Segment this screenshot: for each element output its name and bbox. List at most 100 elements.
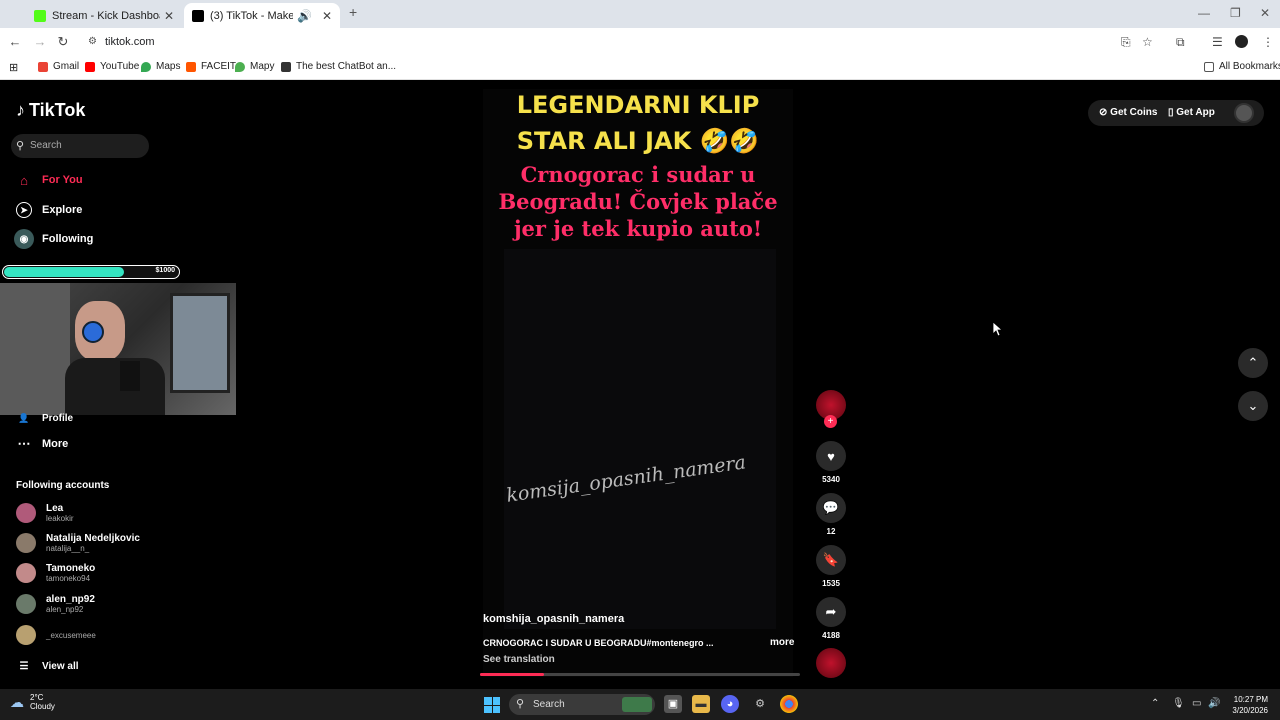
get-app-button[interactable]: ▯ Get App [1168, 107, 1215, 118]
network-icon[interactable]: ▭ [1192, 698, 1201, 709]
caption-more-button[interactable]: more [770, 637, 794, 648]
video-progress-track[interactable] [480, 673, 800, 676]
comment-button[interactable]: 💬 12 [816, 493, 846, 536]
tab-tiktok[interactable]: (3) TikTok - Make Your Day 🔊 ✕ [184, 3, 340, 28]
nav-profile[interactable]: 👤 Profile [14, 408, 73, 428]
get-app-label: Get App [1176, 107, 1215, 118]
account-handle: tamoneko94 [46, 574, 91, 583]
windows-taskbar: ☁ 2°C Cloudy ⚲ Search ▣ ▬ ◕ ⚙ ⌃ 🎙 ▭ 🔊 10… [0, 689, 1280, 720]
reading-list-icon[interactable]: ☰ [1212, 35, 1223, 49]
temperature: 2°C [30, 693, 44, 702]
bookmark-faceit[interactable]: FACEIT [186, 61, 236, 72]
bookmark-gmail[interactable]: Gmail [38, 61, 79, 72]
get-coins-button[interactable]: ⊘ Get Coins [1099, 107, 1157, 118]
tab-kick-dashboard[interactable]: Stream - Kick Dashboard ✕ [26, 3, 182, 28]
like-button[interactable]: ♥ 5340 [816, 441, 846, 484]
following-account[interactable]: Natalija Nedeljkovic natalija__n_ [16, 533, 140, 553]
nav-explore[interactable]: ➤ Explore [14, 200, 82, 220]
system-clock[interactable]: 10:27 PM 3/20/2026 [1224, 694, 1268, 716]
speaker-icon[interactable]: 🔊 [297, 9, 312, 23]
previous-video-button[interactable]: ⌃ [1238, 348, 1268, 378]
share-count: 4188 [822, 631, 840, 640]
view-all-link[interactable]: ☰ View all [14, 656, 79, 676]
chatbot-icon [281, 61, 291, 72]
steam-icon[interactable]: ⚙ [751, 695, 769, 713]
account-name: alen_np92 [46, 594, 95, 605]
gmail-icon [38, 61, 48, 72]
menu-dots-icon[interactable]: ⋮ [1262, 35, 1274, 49]
video-title-line: STAR ALI JAK 🤣🤣 [516, 127, 760, 155]
nav-label: For You [42, 174, 83, 186]
donation-goal-fill [4, 267, 124, 277]
tiktok-note-icon: ♪ [16, 100, 25, 120]
video-title-line: LEGENDARNI KLIP [516, 91, 760, 119]
bookmark-maps[interactable]: Maps [141, 61, 180, 72]
chrome-icon[interactable] [780, 695, 798, 713]
following-account[interactable]: Tamoneko tamoneko94 [16, 563, 95, 583]
windows-start-icon[interactable] [484, 697, 500, 713]
cloud-icon: ☁ [10, 693, 24, 710]
sound-avatar[interactable] [816, 648, 846, 678]
nav-following[interactable]: ◉ Following [14, 229, 93, 249]
microphone-tray-icon[interactable]: 🎙 [1172, 698, 1185, 709]
user-avatar[interactable] [1234, 103, 1254, 123]
profile-avatar[interactable] [1235, 35, 1248, 48]
share-button[interactable]: ➦ 4188 [816, 597, 846, 640]
weather-widget[interactable]: ☁ 2°C Cloudy [10, 693, 55, 711]
following-account[interactable]: _excusemeee [16, 625, 96, 645]
search-input[interactable]: ⚲ Search [11, 134, 149, 158]
tray-overflow-icon[interactable]: ⌃ [1151, 698, 1159, 709]
bookmark-label: Mapy [250, 61, 275, 72]
bookmark-mapy[interactable]: Mapy [235, 61, 274, 72]
minimize-icon[interactable]: — [1198, 6, 1210, 20]
volume-icon[interactable]: 🔊 [1208, 698, 1220, 709]
extensions-icon[interactable]: ⧉ [1176, 35, 1185, 50]
address-bar[interactable]: ⚙ tiktok.com [80, 31, 1180, 53]
video-player[interactable]: LEGENDARNI KLIP STAR ALI JAK 🤣🤣 Crnogora… [483, 89, 793, 677]
monitor-shape [170, 293, 230, 393]
bookmark-youtube[interactable]: YouTube [85, 61, 139, 72]
close-tab-icon[interactable]: ✕ [322, 9, 332, 23]
site-info-icon[interactable]: ⚙ [88, 31, 97, 53]
save-button[interactable]: 🔖 1535 [816, 545, 846, 588]
kick-favicon-icon [34, 9, 46, 22]
all-bookmarks[interactable]: All Bookmarks [1204, 61, 1280, 72]
nav-more[interactable]: ⋯ More [14, 434, 69, 454]
microphone-shape [120, 361, 140, 391]
maps-pin-icon [141, 61, 151, 72]
following-icon: ◉ [14, 229, 34, 249]
following-accounts-header: Following accounts [16, 480, 110, 491]
apps-grid-icon[interactable]: ⊞ [9, 61, 18, 74]
tiktok-logo[interactable]: ♪ TikTok [16, 100, 85, 121]
url-text: tiktok.com [105, 36, 155, 48]
taskbar-search[interactable]: ⚲ Search [509, 694, 655, 715]
next-video-button[interactable]: ⌄ [1238, 391, 1268, 421]
maximize-icon[interactable]: ❐ [1230, 6, 1241, 20]
new-tab-button[interactable]: + [349, 4, 357, 20]
install-app-icon[interactable]: ⎘ [1121, 35, 1131, 50]
see-translation-link[interactable]: See translation [483, 654, 555, 665]
nav-for-you[interactable]: ⌂ For You [14, 170, 83, 190]
forward-icon[interactable]: → [32, 34, 48, 49]
close-window-icon[interactable]: ✕ [1260, 6, 1270, 20]
back-icon[interactable]: ← [7, 34, 23, 49]
bookmark-label: FACEIT [201, 61, 237, 72]
close-tab-icon[interactable]: ✕ [164, 9, 174, 23]
search-icon: ⚲ [516, 698, 525, 710]
task-view-icon[interactable]: ▣ [664, 695, 682, 713]
follow-plus-icon[interactable]: + [824, 415, 837, 428]
bookmark-chatbot[interactable]: The best ChatBot an... [281, 61, 396, 72]
all-bookmarks-label: All Bookmarks [1219, 61, 1280, 72]
video-author[interactable]: komshija_opasnih_namera [483, 613, 624, 625]
video-caption: CRNOGORAC I SUDAR U BEOGRADU#montenegro … [483, 638, 714, 648]
coin-icon: ⊘ [1099, 107, 1111, 118]
discord-icon[interactable]: ◕ [721, 695, 739, 713]
clock-date: 3/20/2026 [1232, 706, 1268, 715]
file-explorer-icon[interactable]: ▬ [692, 695, 710, 713]
following-account[interactable]: alen_np92 alen_np92 [16, 594, 95, 614]
reload-icon[interactable]: ↻ [55, 34, 71, 50]
bookmark-star-icon[interactable]: ☆ [1142, 35, 1153, 49]
tab-title: Stream - Kick Dashboard [52, 9, 160, 22]
following-account[interactable]: Lea leakokir [16, 503, 74, 523]
headset-icon [82, 321, 104, 343]
